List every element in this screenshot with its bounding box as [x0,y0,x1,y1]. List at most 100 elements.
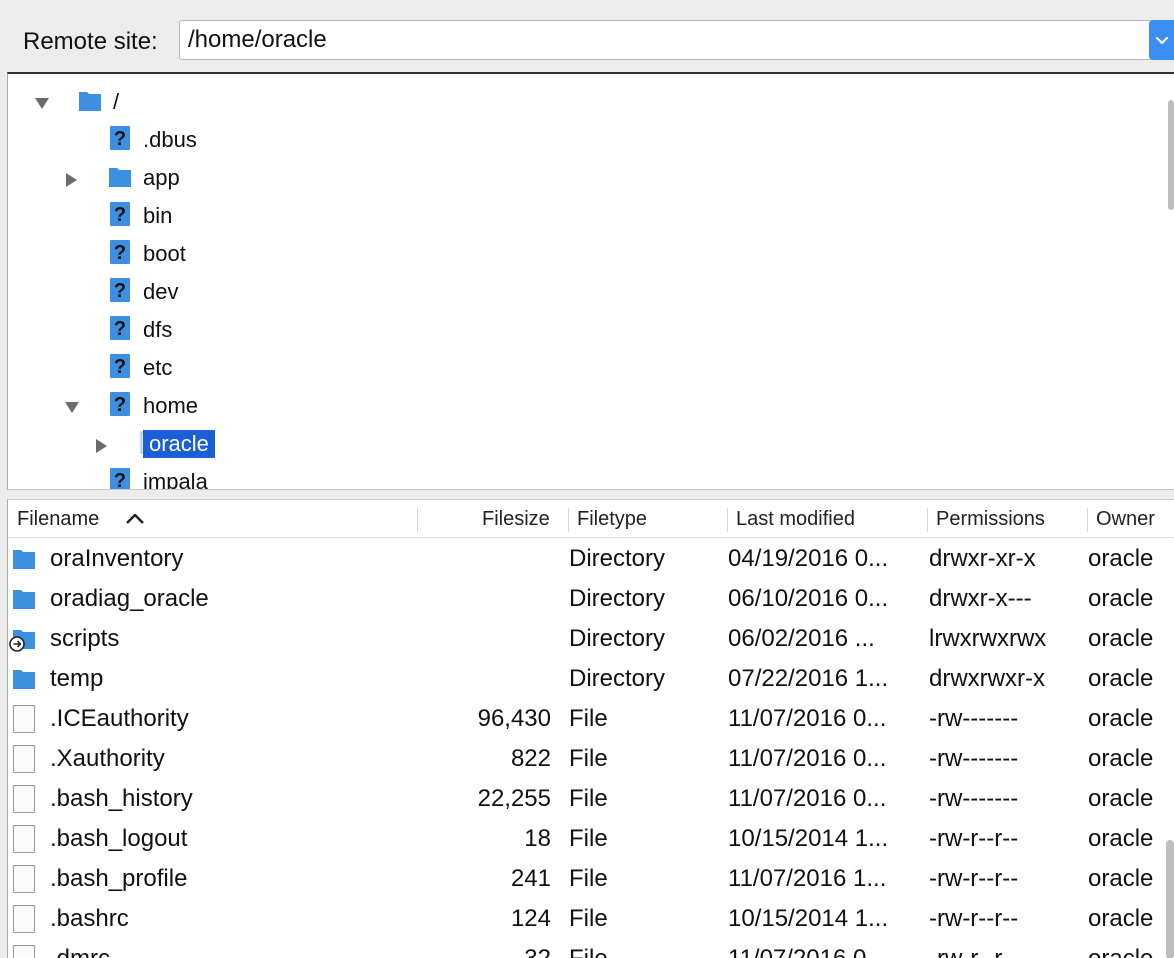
file-owner: oracle [1088,825,1154,852]
tree-item-home[interactable]: ? home [8,388,1108,424]
tree-item-label: dev [143,279,179,304]
tree-item-impala[interactable]: ? impala [8,464,1108,490]
unknown-icon: ? [108,352,132,380]
file-owner: oracle [1088,545,1154,572]
file-size: 32 [431,944,551,958]
file-permissions: drwxrwxr-x [929,665,1045,692]
tree-item-bin[interactable]: ? bin [8,198,1108,234]
file-type: File [569,745,608,772]
folder-icon [78,86,102,114]
file-name: .bashrc [50,905,129,932]
tree-item-dfs[interactable]: ? dfs [8,312,1108,348]
file-last-modified: 11/07/2016 1... [728,865,887,892]
file-permissions: drwxr-xr-x [929,545,1036,572]
column-header-filename[interactable]: Filename [17,508,99,531]
file-icon [12,744,36,773]
symlink-folder-icon [8,624,35,652]
tree-item-label: etc [143,355,173,380]
file-row[interactable]: .bash_logout 18 File 10/15/2014 1... -rw-r--… [8,818,1174,858]
tree-item-label: app [143,165,180,190]
sort-ascending-icon[interactable] [124,512,146,526]
file-last-modified: 10/15/2014 1... [728,825,889,852]
file-type: Directory [569,625,666,652]
column-separator[interactable] [1087,508,1088,532]
file-row[interactable]: temp Directory 07/22/2016 1... drwxrwxr-x or… [8,658,1174,698]
file-name: oraInventory [50,545,184,572]
file-permissions: -rw------- [929,785,1019,812]
tree-item-etc[interactable]: ? etc [8,350,1108,386]
file-list-scrollbar[interactable] [1166,840,1174,958]
column-header-filesize[interactable]: Filesize [482,508,550,531]
file-permissions: -rw-r--r-- [929,865,1019,892]
file-last-modified: 10/15/2014 1... [728,905,889,932]
file-owner: oracle [1088,905,1154,932]
remote-site-input[interactable]: /home/oracle [179,20,1174,60]
file-row[interactable]: .ICEauthority 96,430 File 11/07/2016 0... -r… [8,698,1174,738]
tree-item-boot[interactable]: ? boot [8,236,1108,272]
file-name: .Xauthority [50,745,165,772]
tree-item-label: dfs [143,317,173,342]
file-permissions: -rw------- [929,745,1019,772]
tree-item-[interactable]: / [8,84,1108,120]
tree-scrollbar[interactable] [1168,100,1174,210]
file-row[interactable]: scripts Directory 06/02/2016 ... lrwxrwxrwx… [8,618,1174,658]
file-last-modified: 11/07/2016 0... [728,944,886,958]
tree-item-dbus[interactable]: ? .dbus [8,122,1108,158]
file-owner: oracle [1088,944,1153,958]
tree-item-app[interactable]: app [8,160,1108,196]
file-permissions: -rw-r--r-- [929,905,1019,932]
file-size: 96,430 [477,705,551,732]
chevron-down-icon [1155,36,1169,45]
file-name: scripts [50,625,120,652]
expanded-arrow-icon[interactable] [34,96,49,110]
file-type: File [569,825,608,852]
file-row[interactable]: .bash_history 22,255 File 11/07/2016 0... -r… [8,778,1174,818]
column-header-owner[interactable]: Owner [1096,508,1155,531]
collapsed-arrow-icon[interactable] [64,172,78,187]
column-separator[interactable] [727,508,728,532]
tree-item-label: .dbus [143,127,197,152]
svg-text:?: ? [114,128,126,150]
expanded-arrow-icon[interactable] [64,400,79,414]
unknown-icon: ? [108,238,132,266]
remote-site-dropdown-button[interactable] [1149,20,1174,60]
file-list-header: Filename Filesize Filetype Last modified… [8,500,1174,538]
file-row[interactable]: .Xauthority 822 File 11/07/2016 0... -rw----… [8,738,1174,778]
column-header-permissions[interactable]: Permissions [936,508,1045,531]
file-icon [12,944,36,958]
file-icon [12,824,36,853]
unknown-icon: ? [108,466,132,490]
file-name: .bash_profile [50,865,188,892]
file-row[interactable]: .bash_profile 241 File 11/07/2016 1... -rw-r… [8,858,1174,898]
file-last-modified: 11/07/2016 0... [728,785,887,812]
collapsed-arrow-icon[interactable] [94,438,108,453]
tree-item-label: home [143,393,199,418]
folder-icon [12,544,36,572]
column-header-filetype[interactable]: Filetype [577,508,647,531]
svg-text:?: ? [114,204,126,226]
remote-file-list[interactable]: Filename Filesize Filetype Last modified… [7,499,1174,958]
unknown-icon: ? [108,276,132,304]
tree-item-dev[interactable]: ? dev [8,274,1108,310]
file-last-modified: 04/19/2016 0... [728,545,889,572]
remote-site-bar: Remote site: /home/oracle [0,0,1174,72]
column-header-last-modified[interactable]: Last modified [736,508,855,531]
column-separator[interactable] [417,508,418,532]
column-separator[interactable] [927,508,928,532]
file-row[interactable]: .dmrc 32 File 11/07/2016 0... -rw-r--r-- orac… [8,938,1174,958]
tree-item-oracle[interactable]: oracle [8,426,1108,462]
file-row[interactable]: oradiag_oracle Directory 06/10/2016 0... dr… [8,578,1174,618]
file-name: temp [50,665,104,692]
file-owner: oracle [1088,745,1154,772]
file-last-modified: 11/07/2016 0... [728,705,887,732]
svg-text:?: ? [114,280,126,302]
column-separator[interactable] [568,508,569,532]
svg-text:?: ? [114,470,126,490]
file-icon [12,704,36,733]
file-owner: oracle [1088,705,1154,732]
tree-item-label: boot [143,241,186,266]
file-row[interactable]: oraInventory Directory 04/19/2016 0... drwx… [8,538,1174,578]
file-row[interactable]: .bashrc 124 File 10/15/2014 1... -rw-r--r-- o… [8,898,1174,938]
file-owner: oracle [1088,625,1154,652]
remote-directory-tree[interactable]: /? .dbus app? bin? boot? dev? dfs? etc? home orac… [7,72,1174,490]
